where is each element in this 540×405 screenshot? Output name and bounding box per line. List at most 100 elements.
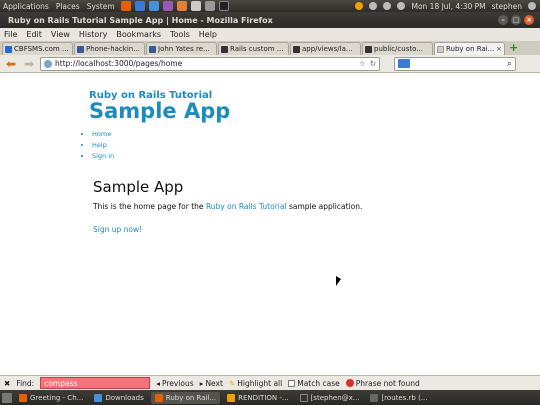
url-bar[interactable]: http://localhost:3000/pages/home ☆ ↻ (40, 56, 380, 71)
system-menu[interactable]: System (87, 2, 115, 11)
volume-icon[interactable] (397, 2, 406, 10)
maximize-button[interactable]: □ (511, 15, 521, 25)
taskbar-item[interactable]: Greeting - Ch... (15, 392, 87, 404)
reload-icon[interactable]: ↻ (370, 59, 376, 68)
places-menu[interactable]: Places (56, 2, 80, 11)
menu-help[interactable]: Help (199, 30, 217, 39)
taskbar-item[interactable]: [routes.rb (... (366, 392, 431, 404)
match-case-label: Match case (297, 378, 340, 388)
applications-menu[interactable]: Applications (3, 2, 49, 11)
browser-tab[interactable]: Phone-hackin... (74, 42, 145, 55)
editor-launcher-icon[interactable] (190, 1, 201, 11)
browser-tab[interactable]: CBFSMS.com ... (2, 42, 73, 55)
vlc-tray-icon[interactable] (355, 2, 364, 10)
tab-favicon-icon (221, 45, 228, 53)
tab-strip: CBFSMS.com ... Phone-hackin... John Yate… (0, 41, 540, 55)
close-find-bar-icon[interactable]: ✖ (4, 379, 10, 388)
user-menu[interactable]: stephen (492, 2, 522, 11)
menu-file[interactable]: File (4, 30, 17, 39)
chrome-launcher-icon[interactable] (134, 1, 145, 11)
taskbar-item-label: RENDITION -... (238, 393, 289, 402)
url-text[interactable]: http://localhost:3000/pages/home (55, 59, 182, 68)
find-previous-button[interactable]: ◂ Previous (156, 379, 193, 388)
top-panel: Applications Places System Mon 18 Jul, 4… (0, 0, 540, 12)
terminal-icon (299, 393, 308, 402)
find-next-button[interactable]: ▸ Next (200, 379, 223, 388)
minimize-button[interactable]: – (498, 15, 508, 25)
firefox-launcher-icon[interactable] (120, 1, 131, 11)
folder-launcher-icon[interactable] (176, 1, 187, 11)
nav-item-signin: Sign in (92, 152, 114, 160)
site-logo[interactable]: Ruby on Rails Tutorial Sample App (89, 90, 230, 122)
firefox-icon (19, 393, 27, 402)
window-title-bar: Ruby on Rails Tutorial Sample App | Home… (0, 12, 540, 28)
tab-favicon-icon (437, 45, 444, 53)
browser-tab[interactable]: Rails custom ... (218, 42, 289, 55)
tab-label: Phone-hackin... (86, 45, 140, 53)
arrow-left-icon: ◂ (156, 378, 160, 388)
back-button[interactable]: ⬅ (4, 57, 18, 71)
highlight-all-button[interactable]: ✎ Highlight all (229, 379, 282, 388)
taskbar-item[interactable]: Downloads (90, 392, 147, 404)
browser-tab[interactable]: public/custo... (362, 42, 433, 55)
taskbar-item-label: [routes.rb (... (381, 393, 428, 402)
signup-link[interactable]: Sign up now! (93, 225, 142, 234)
not-found-icon (345, 379, 354, 387)
find-input[interactable] (40, 377, 151, 389)
nav-link-signin[interactable]: Sign in (92, 152, 114, 160)
site-nav: Home Help Sign in (86, 130, 114, 163)
menu-view[interactable]: View (51, 30, 70, 39)
taskbar-item[interactable]: RENDITION -... (223, 392, 293, 404)
downloads-icon (94, 393, 103, 402)
page-body-text: This is the home page for the Ruby on Ra… (93, 202, 362, 211)
tab-favicon-icon (293, 45, 300, 53)
firefox-icon (154, 393, 163, 402)
taskbar: Greeting - Ch... Downloads Ruby on Rail.… (0, 390, 540, 405)
clock[interactable]: Mon 18 Jul, 4:30 PM (411, 2, 485, 11)
browser-tab[interactable]: John Yates re... (146, 42, 217, 55)
search-box[interactable]: ⌕ (394, 56, 516, 71)
vlc-icon (227, 393, 236, 402)
body-prefix: This is the home page for the (93, 202, 206, 211)
terminal-launcher-icon[interactable] (218, 1, 229, 11)
tutorial-link[interactable]: Ruby on Rails Tutorial (206, 202, 287, 211)
taskbar-item[interactable]: [stephen@x... (296, 392, 364, 404)
page-heading: Sample App (93, 178, 184, 196)
bookmark-star-icon[interactable]: ☆ (359, 59, 366, 68)
mail-icon[interactable] (383, 2, 392, 10)
checkbox-icon[interactable] (288, 379, 296, 387)
tab-label: CBFSMS.com ... (14, 45, 69, 53)
site-identity-icon[interactable] (44, 59, 52, 68)
tab-favicon-icon (149, 45, 156, 53)
menu-bookmarks[interactable]: Bookmarks (116, 30, 161, 39)
match-case-checkbox[interactable]: Match case (288, 379, 340, 388)
network-icon[interactable] (369, 2, 378, 10)
search-engine-icon[interactable] (398, 59, 410, 68)
close-window-button[interactable]: × (524, 15, 534, 25)
taskbar-item-active[interactable]: Ruby on Rail... (150, 391, 221, 404)
nav-link-home[interactable]: Home (92, 130, 111, 138)
app-launcher-icon[interactable] (148, 1, 159, 11)
nav-link-help[interactable]: Help (92, 141, 107, 149)
menu-edit[interactable]: Edit (26, 30, 42, 39)
power-icon[interactable] (528, 2, 536, 10)
tab-favicon-icon (365, 45, 372, 53)
window-title: Ruby on Rails Tutorial Sample App | Home… (8, 15, 273, 25)
forward-button[interactable]: ➡ (22, 57, 36, 71)
menu-history[interactable]: History (79, 30, 107, 39)
tab-favicon-icon (5, 45, 12, 53)
menu-bar: File Edit View History Bookmarks Tools H… (0, 28, 540, 41)
notes-launcher-icon[interactable] (204, 1, 215, 11)
close-tab-icon[interactable]: × (496, 45, 502, 53)
show-desktop-icon[interactable] (2, 392, 12, 403)
browser-tab[interactable]: app/views/la... (290, 42, 361, 55)
find-status-text: Phrase not found (355, 378, 420, 388)
browser-tab-active[interactable]: Ruby on Rai... × (434, 42, 505, 55)
nav-bar: ⬅ ➡ http://localhost:3000/pages/home ☆ ↻… (0, 55, 540, 73)
app-launcher-icon[interactable] (162, 1, 173, 11)
find-status: Phrase not found (345, 378, 420, 388)
new-tab-button[interactable]: + (509, 42, 519, 53)
menu-tools[interactable]: Tools (170, 30, 190, 39)
tab-favicon-icon (77, 45, 84, 53)
search-icon[interactable]: ⌕ (507, 59, 512, 69)
